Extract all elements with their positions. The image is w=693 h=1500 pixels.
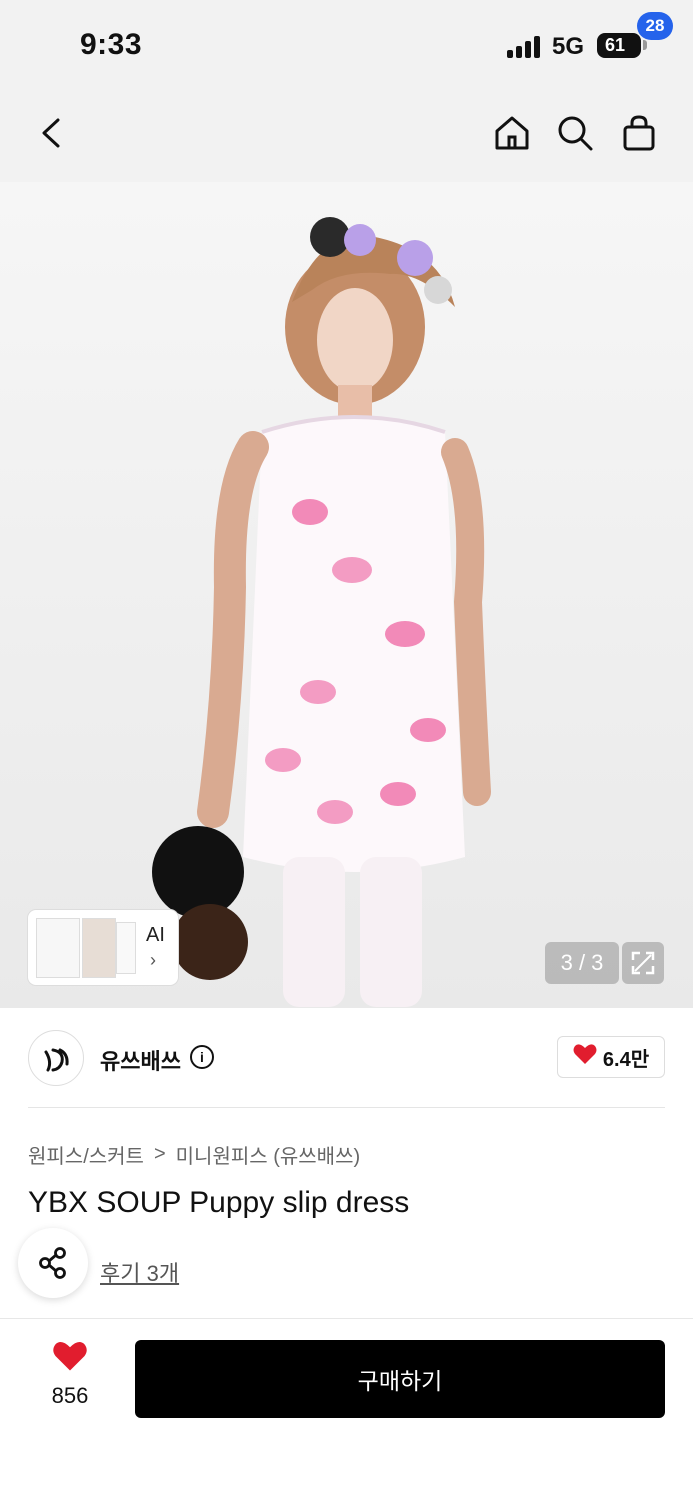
product-title: YBX SOUP Puppy slip dress — [28, 1186, 410, 1219]
image-counter: 3 / 3 — [545, 942, 619, 984]
thumbnail-1 — [36, 918, 80, 978]
brand-name[interactable]: 유쓰배쓰 — [100, 1044, 181, 1076]
product-image-gallery[interactable] — [0, 182, 693, 1008]
status-bar: 9:33 5G 61 — [0, 0, 693, 92]
cart-count-badge: 28 — [637, 12, 673, 40]
product-like-count: 856 — [51, 1383, 89, 1408]
battery-tip-icon — [643, 40, 647, 50]
info-icon[interactable]: i — [190, 1045, 214, 1069]
review-link[interactable]: 후기 3개 — [100, 1256, 179, 1288]
buy-button[interactable]: 구매하기 — [135, 1340, 665, 1418]
share-button[interactable] — [18, 1228, 88, 1298]
ai-label: AI — [146, 924, 165, 946]
signal-icon — [507, 34, 543, 58]
heart-icon — [573, 1043, 597, 1071]
battery-level: 61 — [604, 35, 626, 55]
search-icon[interactable] — [552, 110, 598, 156]
ai-thumbnail-card[interactable]: AI › — [28, 910, 178, 985]
expand-icon[interactable] — [622, 942, 664, 984]
breadcrumb: 원피스/스커트 > 미니원피스 (유쓰배쓰) — [28, 1140, 360, 1169]
brand-like-button[interactable]: 6.4만 — [557, 1036, 665, 1078]
home-icon[interactable] — [489, 110, 535, 156]
cart-icon[interactable] — [616, 110, 662, 156]
battery-icon: 61 — [597, 33, 641, 58]
status-time: 9:33 — [80, 28, 143, 61]
product-like-button[interactable]: 856 — [40, 1340, 100, 1420]
breadcrumb-separator: > — [153, 1143, 166, 1165]
breadcrumb-subcategory[interactable]: 미니원피스 (유쓰배쓰) — [176, 1140, 360, 1169]
thumbnail-2 — [82, 918, 116, 978]
chevron-right-icon: › — [150, 950, 156, 970]
back-icon[interactable] — [28, 110, 74, 156]
breadcrumb-category[interactable]: 원피스/스커트 — [28, 1140, 144, 1169]
brand-like-count: 6.4만 — [602, 1048, 650, 1071]
top-navigation — [0, 92, 693, 182]
product-photo — [152, 217, 491, 1007]
thumbnail-3 — [116, 922, 136, 974]
brand-row: 유쓰배쓰 i 6.4만 — [28, 1008, 665, 1108]
share-icon — [39, 1247, 66, 1279]
network-label: 5G — [552, 33, 585, 60]
heart-icon — [52, 1340, 88, 1377]
brand-logo[interactable] — [28, 1030, 84, 1086]
